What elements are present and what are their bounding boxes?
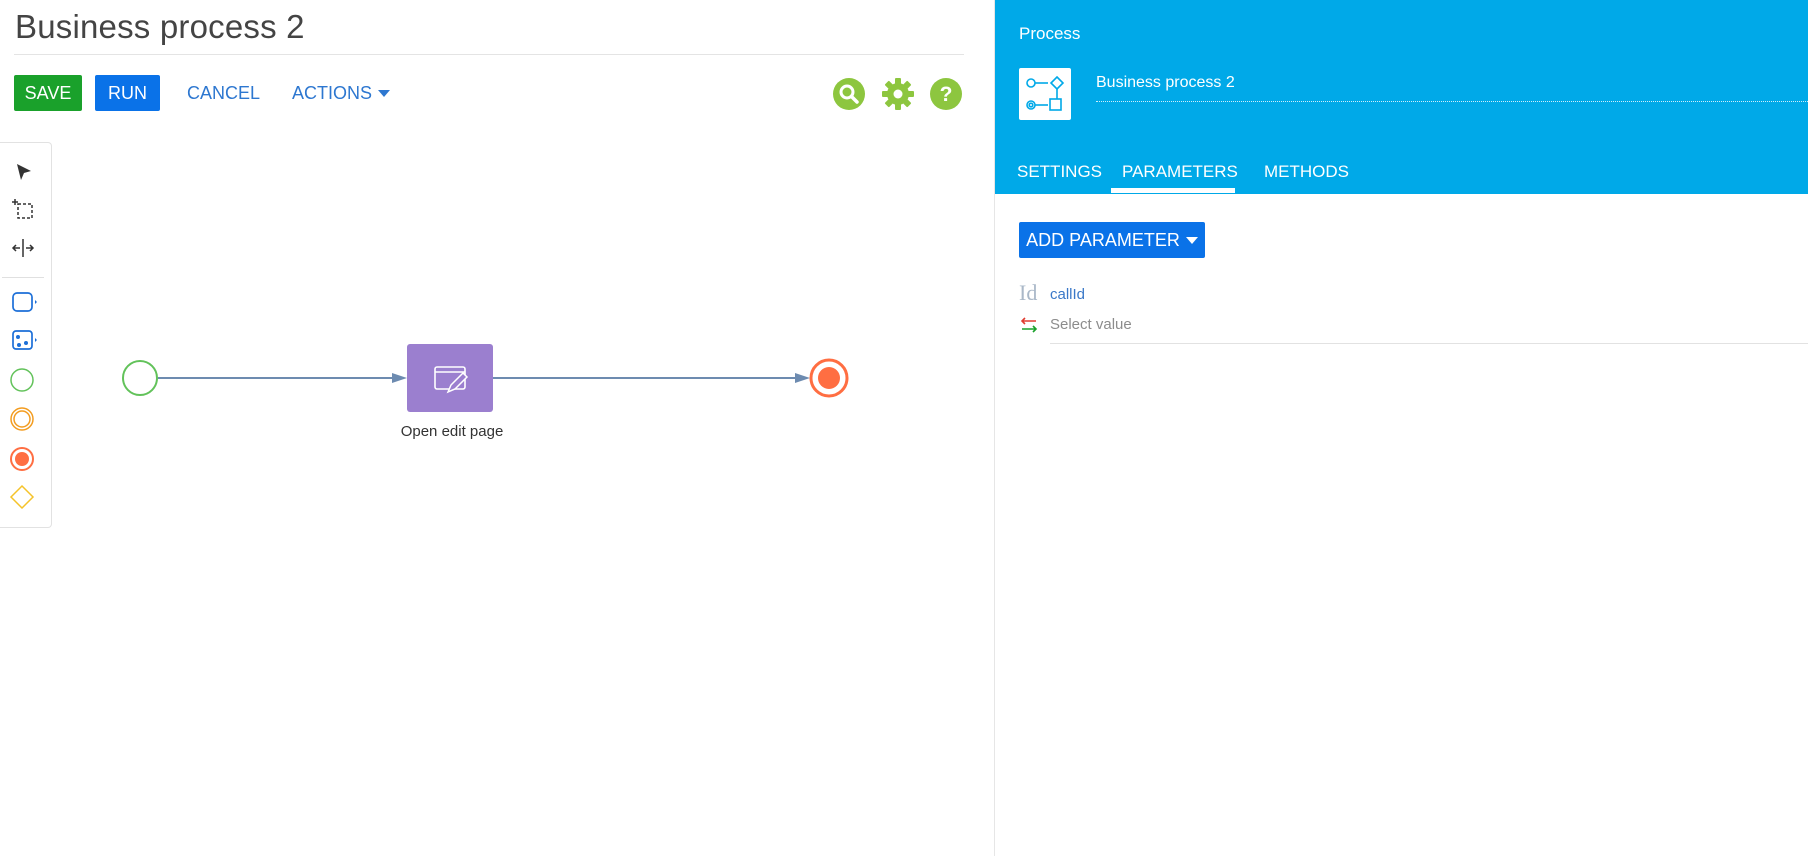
chevron-down-icon [378, 89, 391, 97]
task-tool-icon[interactable] [8, 287, 38, 317]
parameter-value-underline [1050, 343, 1808, 344]
process-diagram [122, 344, 849, 412]
task-label: Open edit page [400, 423, 504, 440]
save-button[interactable]: SAVE [14, 75, 82, 111]
help-icon[interactable]: ? [929, 77, 963, 111]
tab-methods[interactable]: METHODS [1264, 162, 1349, 182]
pointer-tool-icon[interactable] [8, 157, 38, 187]
tab-settings[interactable]: SETTINGS [1017, 162, 1102, 182]
parameter-value-select[interactable]: Select value [1050, 316, 1132, 333]
business-process-icon [1019, 68, 1071, 120]
chevron-down-icon [1185, 236, 1198, 244]
process-name-field[interactable]: Business process 2 [1096, 74, 1235, 92]
svg-text:?: ? [940, 83, 953, 106]
page-title: Business process 2 [15, 8, 305, 45]
cancel-button[interactable]: CANCEL [187, 75, 260, 111]
parameter-type-label: Id [1019, 280, 1038, 305]
start-event[interactable] [122, 360, 158, 396]
parameter-name-link[interactable]: callId [1050, 286, 1085, 303]
toolbox-divider [2, 277, 44, 278]
active-tab-indicator [1111, 188, 1235, 193]
search-icon[interactable] [832, 77, 866, 111]
panel-caption: Process [1019, 24, 1081, 43]
lasso-select-tool-icon[interactable] [8, 195, 38, 225]
flow-arrowhead [392, 373, 407, 383]
flow-arrowhead [795, 373, 810, 383]
open-edit-page-task[interactable] [407, 344, 493, 412]
process-name-underline [1096, 101, 1808, 102]
end-event[interactable] [809, 358, 849, 398]
run-button[interactable]: RUN [95, 75, 160, 111]
gateway-tool-icon[interactable] [8, 482, 38, 512]
space-tool-icon[interactable] [8, 233, 38, 263]
properties-panel: Process Business process 2 SETTINGS PARA… [995, 0, 1808, 856]
add-parameter-button[interactable]: ADD PARAMETER [1019, 222, 1205, 258]
title-divider [14, 54, 964, 55]
add-parameter-label: ADD PARAMETER [1026, 230, 1180, 250]
panel-header: Process Business process 2 SETTINGS PARA… [995, 0, 1808, 194]
actions-label: ACTIONS [292, 83, 373, 103]
mapping-arrows-icon [1020, 317, 1038, 333]
tab-parameters[interactable]: PARAMETERS [1122, 162, 1238, 182]
actions-menu-button[interactable]: ACTIONS [292, 75, 391, 111]
gear-icon[interactable] [881, 77, 915, 111]
